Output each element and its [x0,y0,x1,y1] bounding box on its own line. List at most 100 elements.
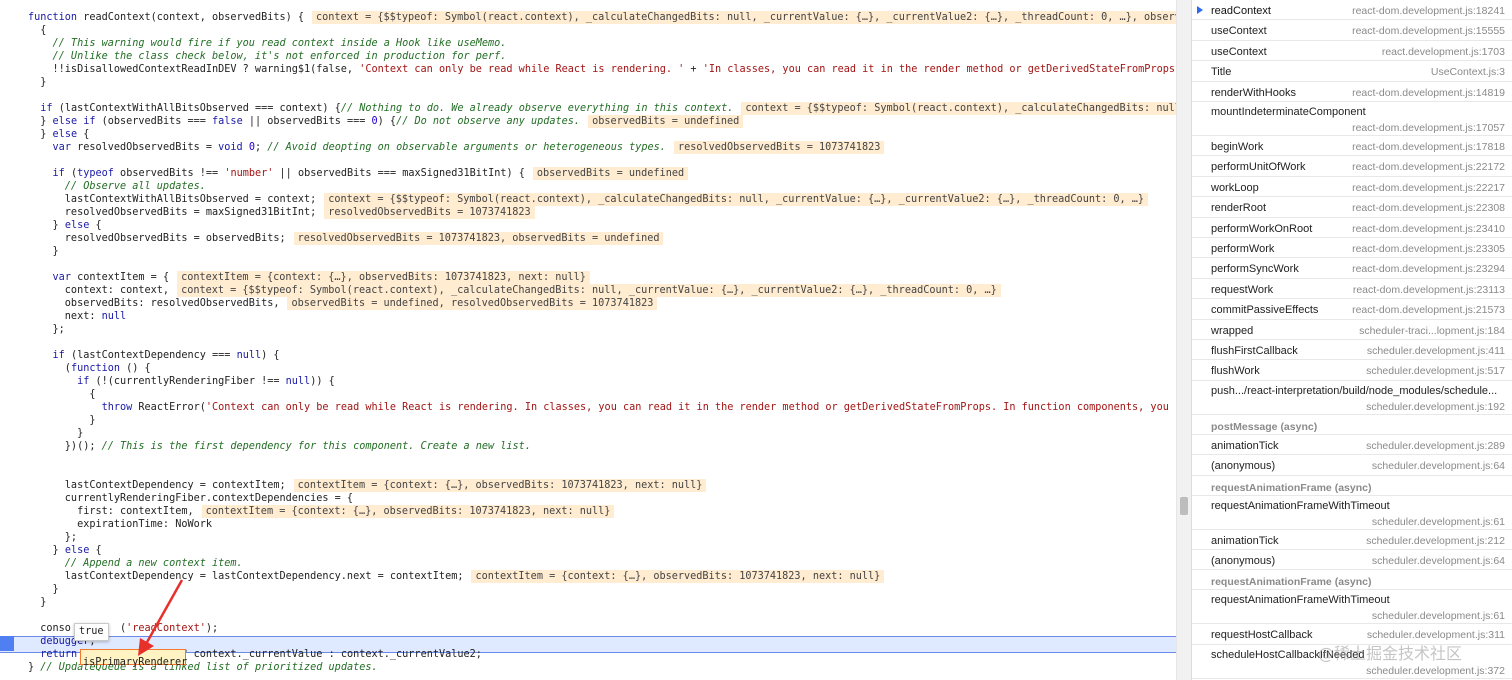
call-frame[interactable]: flushWork scheduler.development.js:517 [1192,360,1512,381]
call-frame-function: push.../react-interpretation/build/node_… [1211,384,1498,397]
code-token: + [684,64,703,75]
code-token: (lastContextWithAllBitsObserved === cont… [52,103,341,114]
call-frame-location[interactable]: scheduler.development.js:212 [1366,535,1505,547]
call-frame-function: requestAnimationFrameWithTimeout [1211,499,1390,512]
call-frame[interactable]: renderWithHooks react-dom.development.js:… [1192,82,1512,102]
call-frame-location[interactable]: UseContext.js:3 [1431,66,1505,78]
code-token: else [52,129,78,140]
call-frame[interactable]: readContext react-dom.development.js:1824… [1192,0,1512,21]
call-frame[interactable]: useContext react-dom.development.js:15555 [1192,20,1512,41]
call-frame-location[interactable]: scheduler.development.js:289 [1366,440,1505,452]
call-frame-location[interactable]: scheduler.development.js:61 [1372,610,1505,622]
call-frame-location[interactable]: react-dom.development.js:23113 [1353,284,1505,296]
code-line: throw ReactError('Context can only be re… [28,401,1176,414]
code-token: resolvedObservedBits = [70,142,219,153]
call-frame-location[interactable]: scheduler.development.js:61 [1372,516,1505,528]
code-line: expirationTime: NoWork [28,518,212,531]
code-token: } [28,220,65,231]
code-line: } [28,245,59,258]
code-token: (observedBits === [95,116,213,127]
call-frame-function: requestWork [1211,283,1274,296]
code-token: function [28,12,84,23]
code-token: // This is the first dependency for this… [101,441,531,452]
call-frame-location[interactable]: react-dom.development.js:18241 [1352,5,1505,17]
call-frame[interactable]: requestWork react-dom.development.js:2311… [1192,279,1512,300]
call-frame-location[interactable]: react-dom.development.js:22172 [1352,161,1505,173]
breakpoint-marker[interactable] [0,636,14,651]
call-frame[interactable]: (anonymous) scheduler.development.js:64 [1192,550,1512,571]
current-frame-icon [1197,6,1203,14]
annotation-arrow [138,579,184,656]
code-token: null [101,311,127,322]
code-token: }; [28,324,65,335]
code-token: else [64,220,90,231]
inline-variable-value: resolvedObservedBits = 1073741823 [673,141,885,154]
call-frame[interactable]: (anonymous) scheduler.development.js:64 [1192,455,1512,476]
code-token: 'number' [224,168,274,179]
call-frame-location[interactable]: scheduler.development.js:517 [1366,365,1505,377]
call-frame[interactable]: performUnitOfWork react-dom.development.j… [1192,156,1512,177]
call-frame-location[interactable]: react-dom.development.js:21573 [1352,304,1505,316]
call-frame-location[interactable]: scheduler.development.js:372 [1366,665,1505,677]
call-frame-function: wrapped [1211,324,1254,337]
call-frame[interactable]: requestAnimationFrameWithTimeout schedule… [1192,496,1512,530]
code-line: if (lastContextWithAllBitsObserved === c… [28,102,1176,115]
call-frame[interactable]: workLoop react-dom.development.js:22217 [1192,177,1512,198]
inline-variable-value: contextItem = {context: {…}, observedBit… [177,271,590,284]
code-token: lastContextDependency = lastContextDepen… [28,571,464,582]
code-line: first: contextItem, contextItem = {contex… [28,505,615,518]
call-frame-location[interactable]: scheduler.development.js:64 [1372,555,1505,567]
call-frame[interactable]: renderRoot react-dom.development.js:22308 [1192,197,1512,218]
async-boundary-label: postMessage (async) [1211,420,1318,433]
call-frame[interactable]: Title UseContext.js:3 [1192,61,1512,82]
call-frame[interactable]: beginWork react-dom.development.js:17818 [1192,136,1512,157]
call-frame[interactable]: animationTick scheduler.development.js:21… [1192,530,1512,550]
code-line: observedBits: resolvedObservedBits, obser… [28,297,658,310]
call-frame[interactable]: useContext react.development.js:1703 [1192,41,1512,62]
call-frame-location[interactable]: react-dom.development.js:23410 [1352,223,1505,235]
call-frame-location[interactable]: scheduler.development.js:192 [1366,401,1505,413]
call-frame-location[interactable]: scheduler.development.js:64 [1372,460,1505,472]
code-line: lastContextDependency = contextItem; cont… [28,479,707,492]
call-frame-location[interactable]: react-dom.development.js:17818 [1352,141,1505,153]
call-frame-location[interactable]: scheduler-traci...lopment.js:184 [1359,325,1505,337]
call-frame[interactable]: flushFirstCallback scheduler.development.… [1192,340,1512,361]
call-frame-location[interactable]: scheduler.development.js:411 [1367,345,1505,357]
code-scrollbar[interactable] [1176,0,1191,680]
code-token: first: contextItem, [28,506,194,517]
code-token: // Avoid deopting on observable argument… [267,142,666,153]
code-token: ); [205,623,219,634]
call-frame-location[interactable]: react.development.js:1703 [1382,46,1505,58]
call-frame-location[interactable]: react-dom.development.js:22308 [1352,202,1505,214]
call-frame[interactable]: performWork react-dom.development.js:2330… [1192,238,1512,259]
code-line: // Append a new context item. [28,557,243,570]
call-frame-function: flushFirstCallback [1211,345,1298,357]
inline-variable-value: resolvedObservedBits = 1073741823 [324,206,535,219]
code-token: } [28,77,47,88]
call-frame[interactable]: animationTick scheduler.development.js:28… [1192,435,1512,456]
call-frame-location[interactable]: react-dom.development.js:23305 [1352,243,1505,255]
call-frame-location[interactable]: react-dom.development.js:17057 [1352,122,1505,134]
call-frame-function: performWork [1211,243,1275,255]
source-code-pane[interactable]: function readContext(context, observedBi… [0,0,1176,680]
call-frame[interactable]: push.../react-interpretation/build/node_… [1192,381,1512,415]
call-frame[interactable]: mountIndeterminateComponent react-dom.dev… [1192,102,1512,136]
call-frame[interactable]: commitPassiveEffects react-dom.developmen… [1192,299,1512,320]
call-frame[interactable]: wrapped scheduler-traci...lopment.js:184 [1192,320,1512,340]
call-frame[interactable]: performWorkOnRoot react-dom.development.j… [1192,218,1512,238]
call-frame-function: performUnitOfWork [1211,161,1306,174]
async-boundary: requestAnimationFrame (async) [1192,476,1512,496]
scrollbar-thumb[interactable] [1180,497,1188,515]
call-frame-location[interactable]: react-dom.development.js:15555 [1352,25,1505,37]
call-frame-function: readContext [1211,5,1271,17]
code-token: next: [28,311,102,322]
call-frame-location[interactable]: react-dom.development.js:14819 [1352,87,1505,99]
call-frame-location[interactable]: react-dom.development.js:23294 [1352,263,1505,275]
call-frame[interactable]: requestAnimationFrameWithTimeout schedule… [1192,590,1512,625]
code-line: } [28,427,83,440]
code-token: 'Context can only be read while React is… [359,64,685,75]
code-line: if (typeof observedBits !== 'number' || … [28,167,689,180]
call-frame[interactable]: performSyncWork react-dom.development.js:… [1192,258,1512,279]
call-frame-location[interactable]: react-dom.development.js:22217 [1352,182,1505,194]
